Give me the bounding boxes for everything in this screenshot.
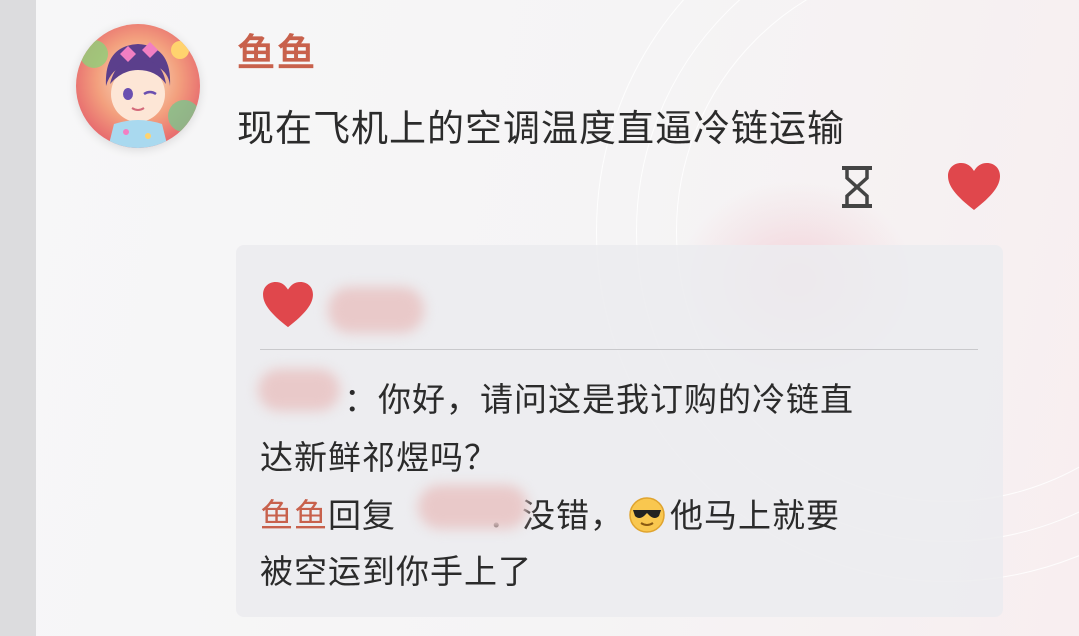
reply-comment: 鱼鱼回复 ：没错， 他马上就要 [260, 489, 840, 537]
divider [260, 349, 978, 350]
heart-icon[interactable] [946, 162, 1002, 212]
obscured-commenter-name[interactable] [258, 369, 340, 411]
reply-author-name[interactable]: 鱼鱼 [260, 496, 328, 535]
reply-text: 他马上就要 [670, 496, 840, 535]
post-author-name[interactable]: 鱼鱼 [237, 22, 317, 77]
reply-verb: 回复 [328, 496, 396, 535]
likes-heart-icon [260, 281, 316, 329]
comment-text-line: 达新鲜祁煜吗？ [260, 438, 498, 477]
comment-text-line: ：你好，请问这是我订购的冷链直 [344, 380, 854, 419]
reply-text-line: 被空运到你手上了 [260, 552, 532, 591]
avatar[interactable] [76, 24, 200, 148]
obscured-liker-name [328, 287, 424, 333]
post-content: 现在飞机上的空调温度直逼冷链运输 [237, 107, 845, 150]
comment-section: ：你好，请问这是我订购的冷链直 达新鲜祁煜吗？ 鱼鱼回复 ：没错， 他马上就要 被… [236, 245, 1003, 617]
obscured-reply-target-name[interactable] [418, 485, 528, 529]
post-card: 鱼鱼 现在飞机上的空调温度直逼冷链运输 ：你好，请问这是我订购的冷链直 达新鲜祁… [36, 0, 1079, 636]
sunglasses-emoji-icon [628, 496, 666, 534]
hourglass-icon [840, 164, 874, 210]
